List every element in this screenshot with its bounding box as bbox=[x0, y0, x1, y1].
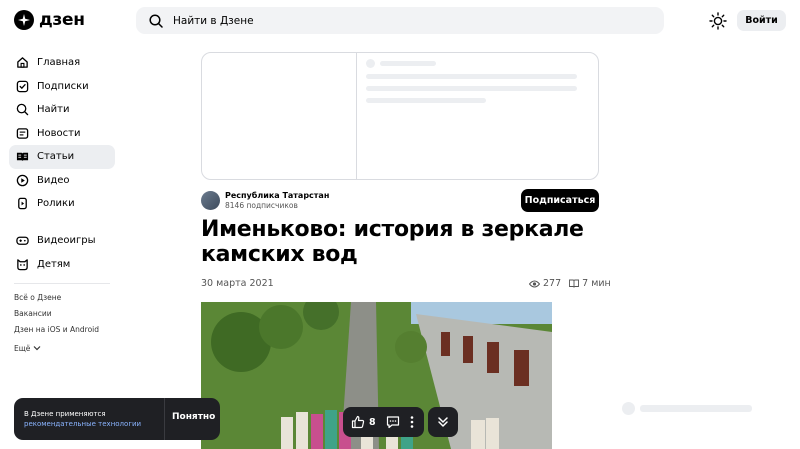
logo-text: дзен bbox=[39, 10, 85, 30]
sidebar-divider bbox=[14, 283, 110, 284]
read-time: 7 мин bbox=[582, 278, 611, 289]
skeleton-dot bbox=[622, 402, 635, 415]
sidebar-item-kids[interactable]: Детям bbox=[9, 253, 115, 277]
zen-logo-icon bbox=[14, 10, 34, 30]
search-icon bbox=[149, 13, 163, 28]
search-placeholder: Найти в Дзене bbox=[173, 14, 254, 27]
sidebar-item-label: Видеоигры bbox=[37, 235, 96, 247]
sidebar-nav-secondary: Видеоигры Детям bbox=[9, 229, 115, 276]
cookie-accept-button[interactable]: Понятно bbox=[172, 412, 215, 422]
eye-icon bbox=[529, 280, 540, 287]
like-button[interactable]: 8 bbox=[351, 415, 376, 429]
cookie-message: В Дзене применяются bbox=[24, 410, 106, 418]
chevron-down-icon bbox=[33, 346, 41, 351]
sidebar-item-label: Детям bbox=[37, 258, 71, 270]
sidebar-item-videogames[interactable]: Видеоигры bbox=[9, 229, 115, 253]
sidebar-item-label: Статьи bbox=[37, 151, 75, 163]
shorts-icon bbox=[18, 197, 27, 210]
sidebar-nav: Главная Подписки Найти Новости Статьи Ви… bbox=[9, 51, 115, 216]
sidebar-item-news[interactable]: Новости bbox=[9, 122, 115, 146]
footer-link-jobs[interactable]: Вакансии bbox=[14, 308, 99, 324]
double-chevron-down-icon bbox=[438, 417, 448, 427]
scroll-down-button[interactable] bbox=[428, 407, 458, 437]
video-icon bbox=[16, 174, 29, 187]
sidebar-item-home[interactable]: Главная bbox=[9, 51, 115, 75]
sidebar-item-subscriptions[interactable]: Подписки bbox=[9, 75, 115, 99]
gamepad-icon bbox=[16, 236, 29, 246]
sidebar-item-label: Видео bbox=[37, 174, 70, 186]
subscriptions-icon bbox=[16, 80, 29, 93]
sidebar-item-label: Ролики bbox=[37, 198, 75, 210]
sidebar-item-search[interactable]: Найти bbox=[9, 98, 115, 122]
read-time-stat: 7 мин bbox=[569, 278, 611, 289]
logo[interactable]: дзен bbox=[14, 10, 85, 30]
footer-more-button[interactable]: Ещё bbox=[14, 340, 99, 356]
sidebar-item-shorts[interactable]: Ролики bbox=[9, 192, 115, 216]
sidebar-item-label: Подписки bbox=[37, 80, 89, 92]
sidebar-item-label: Найти bbox=[37, 104, 70, 116]
sidebar-item-label: Новости bbox=[37, 127, 81, 139]
login-button[interactable]: Войти bbox=[737, 10, 786, 31]
more-vertical-icon[interactable] bbox=[410, 415, 414, 429]
home-icon bbox=[17, 57, 28, 69]
cookie-text: В Дзене применяются рекомендательные тех… bbox=[24, 409, 141, 429]
sidebar-item-video[interactable]: Видео bbox=[9, 169, 115, 193]
thumbs-up-icon bbox=[351, 415, 365, 429]
more-label: Ещё bbox=[14, 343, 31, 353]
subscribe-button[interactable]: Подписаться bbox=[521, 189, 599, 212]
search-input[interactable]: Найти в Дзене bbox=[136, 7, 664, 34]
cookie-banner: В Дзене применяются рекомендательные тех… bbox=[14, 398, 220, 440]
article-date: 30 марта 2021 bbox=[201, 278, 274, 289]
article-action-bar: 8 bbox=[343, 407, 424, 437]
views-stat: 277 bbox=[529, 278, 561, 289]
skeleton-line bbox=[366, 74, 577, 79]
footer-link-about[interactable]: Всё о Дзене bbox=[14, 292, 99, 308]
comment-icon[interactable] bbox=[386, 415, 400, 429]
articles-icon bbox=[16, 153, 29, 162]
channel-avatar[interactable] bbox=[201, 191, 220, 210]
ad-placeholder bbox=[201, 52, 599, 180]
kids-icon bbox=[17, 258, 28, 271]
like-count: 8 bbox=[369, 416, 376, 428]
cookie-divider bbox=[164, 398, 165, 440]
sidebar-footer: Всё о Дзене Вакансии Дзен на iOS и Andro… bbox=[14, 292, 99, 356]
search-icon bbox=[16, 103, 29, 116]
article-stats: 277 7 мин bbox=[529, 278, 611, 289]
views-count: 277 bbox=[543, 278, 562, 289]
skeleton-line bbox=[640, 405, 752, 412]
footer-link-apps[interactable]: Дзен на iOS и Android bbox=[14, 324, 99, 340]
skeleton-line bbox=[366, 86, 577, 91]
ad-image-placeholder bbox=[202, 53, 357, 179]
sun-icon[interactable] bbox=[709, 12, 727, 30]
book-icon bbox=[569, 279, 580, 288]
recommendation-tech-link[interactable]: рекомендательные технологии bbox=[24, 419, 141, 429]
channel-name[interactable]: Республика Татарстан bbox=[225, 191, 329, 200]
sidebar-item-articles[interactable]: Статьи bbox=[9, 145, 115, 169]
channel-subscribers: 8146 подписчиков bbox=[225, 201, 298, 210]
news-icon bbox=[16, 127, 29, 139]
skeleton-line bbox=[366, 98, 486, 103]
sidebar-item-label: Главная bbox=[37, 57, 81, 69]
skeleton-line bbox=[380, 61, 436, 66]
article-title: Именьково: история в зеркале камских вод bbox=[201, 217, 584, 267]
skeleton-dot bbox=[366, 59, 375, 68]
